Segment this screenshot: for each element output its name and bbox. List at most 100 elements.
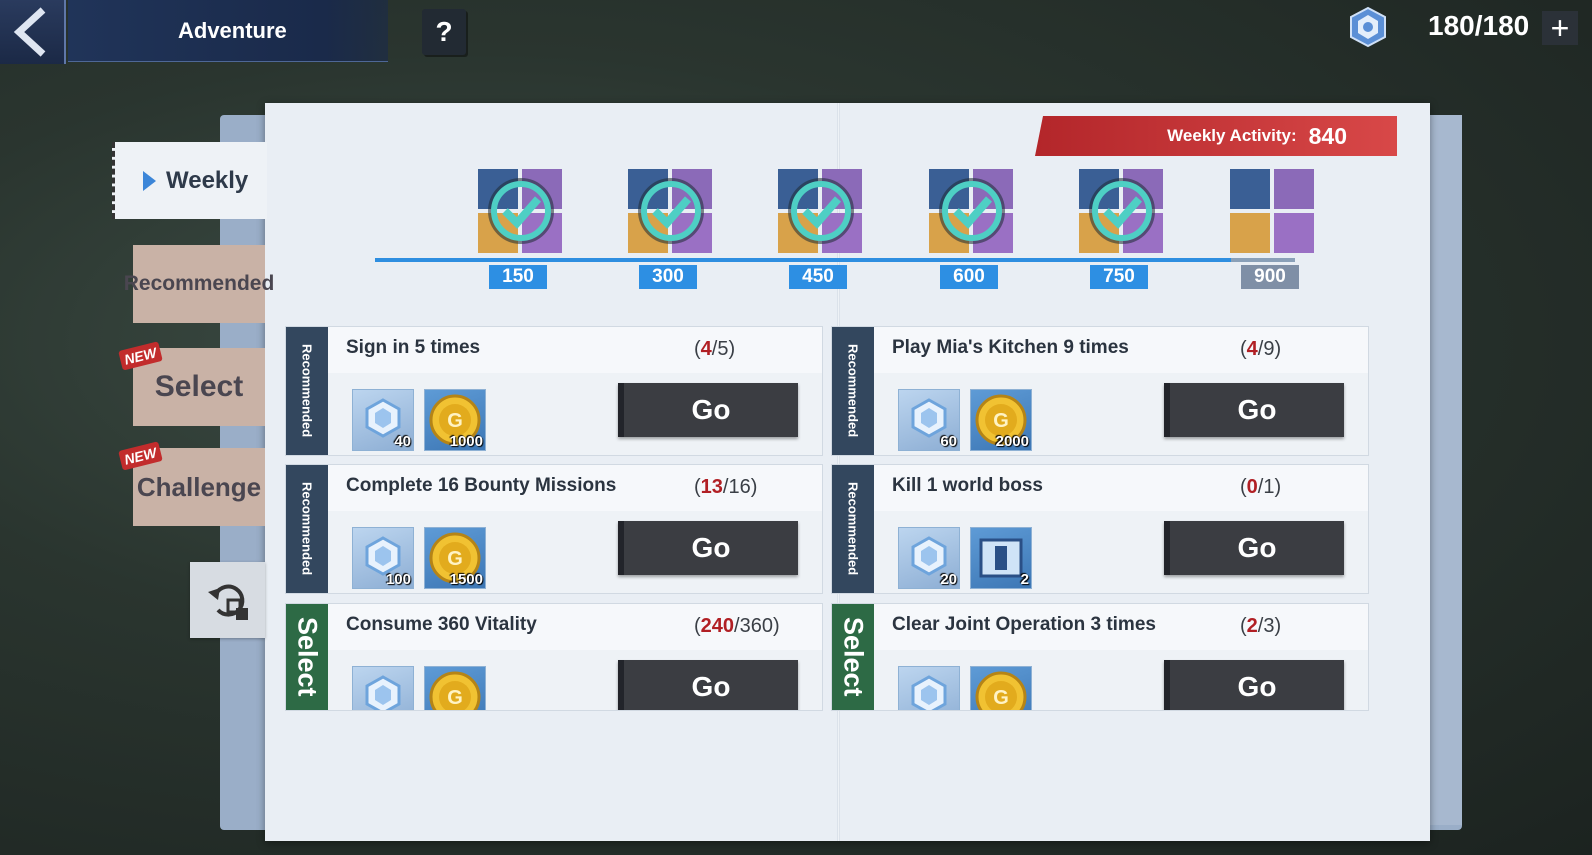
task-progress: (4/9) <box>1240 338 1281 361</box>
reward-item[interactable]: 50 <box>898 666 960 711</box>
task-category: Recommended <box>845 344 861 438</box>
task-card: Recommended Play Mia's Kitchen 9 times (4/… <box>831 326 1369 456</box>
milestone-reward[interactable]: 300 <box>620 165 720 295</box>
progress-open: ( <box>694 615 701 637</box>
tab-weekly-label: Weekly <box>166 166 249 194</box>
task-title: Sign in 5 times <box>346 337 481 358</box>
progress-current: 0 <box>1246 476 1258 498</box>
reward-chest-icon <box>1230 169 1314 253</box>
go-button[interactable]: Go <box>618 521 798 575</box>
task-progress: (13/16) <box>694 476 757 499</box>
reward-item[interactable]: G 2000 <box>970 389 1032 451</box>
milestone-reward[interactable]: 600 <box>921 165 1021 295</box>
tab-recommended[interactable]: Recommended <box>124 245 274 323</box>
milestone-points: 450 <box>789 265 847 289</box>
go-button[interactable]: Go <box>618 660 798 710</box>
reward-quantity: 40 <box>394 433 411 450</box>
progress-current: 2 <box>1246 615 1258 637</box>
progress-current: 4 <box>1246 338 1258 360</box>
page-title: Adventure <box>178 17 287 43</box>
task-title: Kill 1 world boss <box>892 475 1043 496</box>
gold-coin-icon: G <box>975 671 1027 710</box>
task-title: Play Mia's Kitchen 9 times <box>892 337 1129 358</box>
reward-chest-icon <box>778 169 862 253</box>
progress-total: /360) <box>734 615 780 637</box>
task-category-strip: Recommended <box>286 465 328 593</box>
milestone-points: 750 <box>1090 265 1148 289</box>
tab-weekly[interactable]: Weekly <box>112 142 267 219</box>
task-category-strip: Select <box>832 604 874 710</box>
task-category-strip: Select <box>286 604 328 710</box>
task-progress: (4/5) <box>694 338 735 361</box>
crystal-icon <box>911 675 947 710</box>
svg-text:G: G <box>993 687 1009 709</box>
reward-item[interactable]: G1000 <box>424 389 486 451</box>
book-edge <box>1430 115 1462 825</box>
svg-text:G: G <box>447 410 463 432</box>
gold-coin-icon: G <box>429 671 481 710</box>
progress-open: ( <box>694 338 701 360</box>
reward-chest-icon <box>478 169 562 253</box>
reward-item[interactable]: G1000 <box>970 666 1032 710</box>
task-title: Consume 360 Vitality <box>346 614 537 635</box>
svg-text:G: G <box>447 548 463 570</box>
task-card: Select Clear Joint Operation 3 times (2/3)… <box>831 603 1369 711</box>
milestone-reward[interactable]: 900 <box>1222 165 1322 295</box>
back-button[interactable] <box>0 0 66 64</box>
stamina-value: 180/180 <box>1428 10 1530 41</box>
swap-button[interactable] <box>190 562 265 638</box>
weekly-activity-value: 840 <box>1308 122 1347 149</box>
reward-item[interactable]: G1000 <box>424 666 486 711</box>
milestone-reward[interactable]: 150 <box>470 165 570 295</box>
reward-quantity: 50 <box>394 710 411 711</box>
reward-item[interactable]: 2 <box>970 527 1032 589</box>
reward-chest-icon <box>929 169 1013 253</box>
reward-item[interactable]: 50 <box>352 666 414 711</box>
reward-quantity: 2000 <box>995 433 1029 450</box>
progress-open: ( <box>1240 338 1247 360</box>
vitality-crystal-icon <box>1350 6 1386 48</box>
reward-chest-icon <box>628 169 712 253</box>
reward-quantity: 20 <box>940 571 957 588</box>
task-title: Complete 16 Bounty Missions <box>346 475 617 496</box>
task-category: Recommended <box>845 482 861 576</box>
go-button[interactable]: Go <box>618 383 798 437</box>
task-category-strip: Recommended <box>832 327 874 455</box>
crystal-icon <box>365 675 401 710</box>
reward-item[interactable]: 20 <box>898 527 960 589</box>
reward-quantity: 1000 <box>450 710 483 711</box>
milestone-points: 600 <box>940 265 998 289</box>
add-stamina-button[interactable]: + <box>1542 11 1578 45</box>
weekly-activity-banner: Weekly Activity: 840 <box>1035 116 1397 156</box>
help-button[interactable]: ? <box>422 9 466 55</box>
go-button[interactable]: Go <box>1164 383 1344 437</box>
milestone-points: 300 <box>639 265 697 289</box>
task-category: Select <box>292 617 323 697</box>
reward-quantity: 1000 <box>449 433 483 450</box>
progress-current: 4 <box>700 338 712 360</box>
tab-challenge-label: Challenge <box>136 471 262 502</box>
reward-item[interactable]: 100 <box>352 527 414 589</box>
svg-text:G: G <box>447 687 463 709</box>
milestone-points: 150 <box>489 265 547 289</box>
task-progress: (240/360) <box>694 615 780 638</box>
task-category: Recommended <box>299 344 315 438</box>
task-progress: (2/3) <box>1240 615 1281 638</box>
go-button[interactable]: Go <box>1164 660 1344 710</box>
weekly-activity-label: Weekly Activity: <box>1167 126 1297 145</box>
reward-quantity: 50 <box>940 710 957 711</box>
go-button[interactable]: Go <box>1164 521 1344 575</box>
reward-quantity: 2 <box>1020 571 1029 588</box>
reward-item[interactable]: 40 <box>352 389 414 451</box>
milestone-reward[interactable]: 750 <box>1071 165 1171 295</box>
task-category: Recommended <box>299 482 315 576</box>
reward-item[interactable]: G 1500 <box>424 527 486 589</box>
milestone-reward[interactable]: 450 <box>770 165 870 295</box>
reward-item[interactable]: 60 <box>898 389 960 451</box>
task-category: Select <box>838 617 869 697</box>
task-category-strip: Recommended <box>832 465 874 593</box>
tab-recommended-label: Recommended <box>123 272 275 295</box>
task-card: Recommended Sign in 5 times (4/5) 40 G 1000 Go <box>285 326 823 456</box>
svg-text:G: G <box>993 410 1009 432</box>
progress-total: /5) <box>711 338 736 360</box>
